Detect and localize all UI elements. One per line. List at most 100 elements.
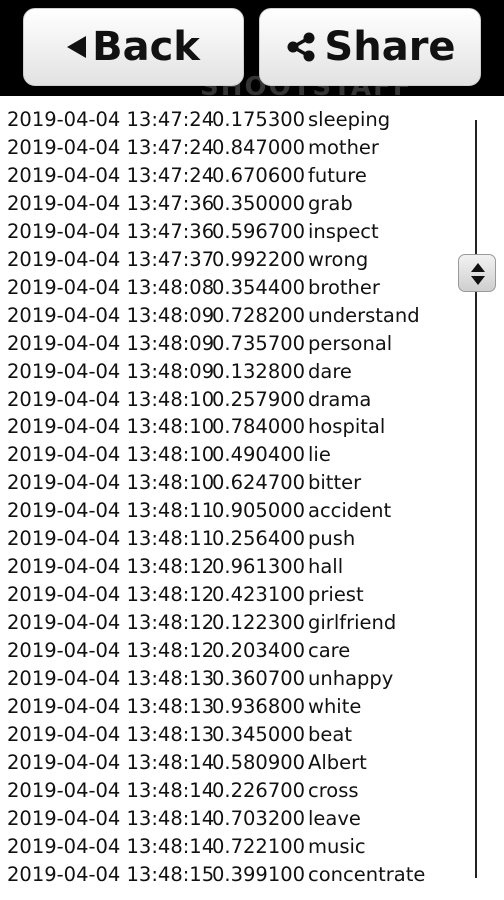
log-row: 2019-04-04 13:48:150.399100 concentrate [7,861,425,889]
log-word: sleeping [308,108,391,131]
log-word: unhappy [308,667,394,690]
log-word: cross [308,778,359,802]
top-toolbar: SHOOTSTAFF Back Share [0,0,504,96]
log-row: 2019-04-04 13:48:120.423100 priest [7,581,364,609]
log-timestamp: 2019-04-04 13:48:10 [7,415,215,439]
log-timestamp: 2019-04-04 13:48:13 [7,667,215,690]
log-value: 0.203400 [212,639,306,663]
log-word: Albert [308,750,367,774]
log-timestamp: 2019-04-04 13:48:08 [7,275,215,299]
log-value: 0.490400 [212,443,306,467]
log-row: 2019-04-04 13:47:240.670600 future [7,162,367,190]
log-word: brother [308,275,380,299]
log-word: inspect [308,219,379,243]
log-timestamp: 2019-04-04 13:48:14 [7,750,215,774]
log-row: 2019-04-04 13:48:100.624700 bitter [7,469,361,497]
log-word: future [308,163,367,187]
log-value: 0.905000 [212,499,306,523]
log-timestamp: 2019-04-04 13:48:12 [7,555,215,579]
log-value: 0.354400 [212,275,306,299]
log-row: 2019-04-04 13:48:080.354400 brother [7,274,380,302]
log-row: 2019-04-04 13:47:360.596700 inspect [7,218,379,246]
log-timestamp: 2019-04-04 13:48:10 [7,471,215,495]
share-button[interactable]: Share [259,8,481,86]
log-value: 0.345000 [212,722,306,746]
log-value: 0.784000 [212,415,306,439]
scroll-track[interactable] [475,120,477,878]
log-value: 0.350000 [212,191,306,215]
log-value: 0.596700 [212,219,306,243]
log-row: 2019-04-04 13:48:120.122300 girlfriend [7,609,396,637]
log-row: 2019-04-04 13:48:140.722100 music [7,833,366,861]
log-timestamp: 2019-04-04 13:47:36 [7,219,215,243]
log-row: 2019-04-04 13:48:140.580900 Albert [7,749,367,777]
log-timestamp: 2019-04-04 13:48:14 [7,834,215,858]
log-timestamp: 2019-04-04 13:47:36 [7,191,215,215]
log-timestamp: 2019-04-04 13:48:09 [7,331,215,355]
log-value: 0.580900 [212,750,306,774]
log-value: 0.847000 [212,135,306,159]
log-value: 0.992200 [212,247,306,271]
back-button-label: Back [92,24,200,70]
log-row: 2019-04-04 13:48:140.703200 leave [7,805,361,833]
log-value: 0.360700 [212,667,306,690]
log-word: hall [308,555,344,579]
log-value: 0.703200 [212,806,306,830]
log-word: mother [308,135,379,159]
log-row: 2019-04-04 13:47:240.847000 mother [7,134,379,162]
log-value: 0.226700 [212,778,306,802]
log-word: bitter [308,471,362,495]
log-word: care [308,639,351,663]
log-timestamp: 2019-04-04 13:47:24 [7,163,215,187]
log-row: 2019-04-04 13:48:130.360700 unhappy [7,665,393,693]
log-word: grab [308,191,353,215]
log-row: 2019-04-04 13:48:100.490400 lie [7,441,331,469]
log-value: 0.257900 [212,387,306,411]
log-word: lie [308,443,331,467]
log-word: personal [308,331,393,355]
log-word: white [308,694,362,718]
log-timestamp: 2019-04-04 13:48:14 [7,806,215,830]
log-value: 0.936800 [212,694,306,718]
log-row: 2019-04-04 13:48:120.203400 care [7,637,350,665]
back-arrow-icon [67,36,87,58]
log-timestamp: 2019-04-04 13:48:09 [7,303,215,327]
log-value: 0.961300 [212,555,306,579]
log-value: 0.624700 [212,471,306,495]
log-value: 0.735700 [212,331,306,355]
log-timestamp: 2019-04-04 13:47:24 [7,108,215,131]
share-button-label: Share [324,24,456,70]
log-timestamp: 2019-04-04 13:48:11 [7,527,215,551]
log-row: 2019-04-04 13:48:090.132800 dare [7,358,352,386]
log-value: 0.423100 [212,583,306,607]
log-timestamp: 2019-04-04 13:48:12 [7,639,215,663]
log-timestamp: 2019-04-04 13:48:15 [7,862,215,886]
back-button[interactable]: Back [23,8,244,86]
log-word: hospital [308,415,386,439]
log-timestamp: 2019-04-04 13:48:12 [7,611,215,635]
log-word: drama [308,387,372,411]
log-value: 0.132800 [212,359,306,383]
log-word: priest [308,583,364,607]
log-word: wrong [308,247,369,271]
log-row: 2019-04-04 13:47:360.350000 grab [7,190,353,218]
log-row: 2019-04-04 13:48:120.961300 hall [7,553,343,581]
log-value: 0.728200 [212,303,306,327]
log-timestamp: 2019-04-04 13:48:12 [7,583,215,607]
log-row: 2019-04-04 13:48:110.905000 accident [7,497,391,525]
log-word: understand [308,303,420,327]
log-row: 2019-04-04 13:48:090.735700 personal [7,330,392,358]
log-word: leave [308,806,361,830]
log-word: push [308,527,356,551]
log-row: 2019-04-04 13:48:130.936800 white [7,693,361,721]
log-value: 0.256400 [212,527,306,551]
log-row: 2019-04-04 13:47:240.175300 sleeping [7,106,390,134]
scroll-thumb-icon[interactable] [458,254,496,292]
log-timestamp: 2019-04-04 13:48:13 [7,722,215,746]
log-list[interactable]: 2019-04-04 13:47:240.175300 sleeping 2019-… [0,96,470,900]
log-timestamp: 2019-04-04 13:48:10 [7,443,215,467]
log-row: 2019-04-04 13:48:140.226700 cross [7,777,359,805]
log-row: 2019-04-04 13:48:130.345000 beat [7,721,352,749]
log-row: 2019-04-04 13:48:110.256400 push [7,525,355,553]
log-row: 2019-04-04 13:48:100.784000 hospital [7,413,385,441]
